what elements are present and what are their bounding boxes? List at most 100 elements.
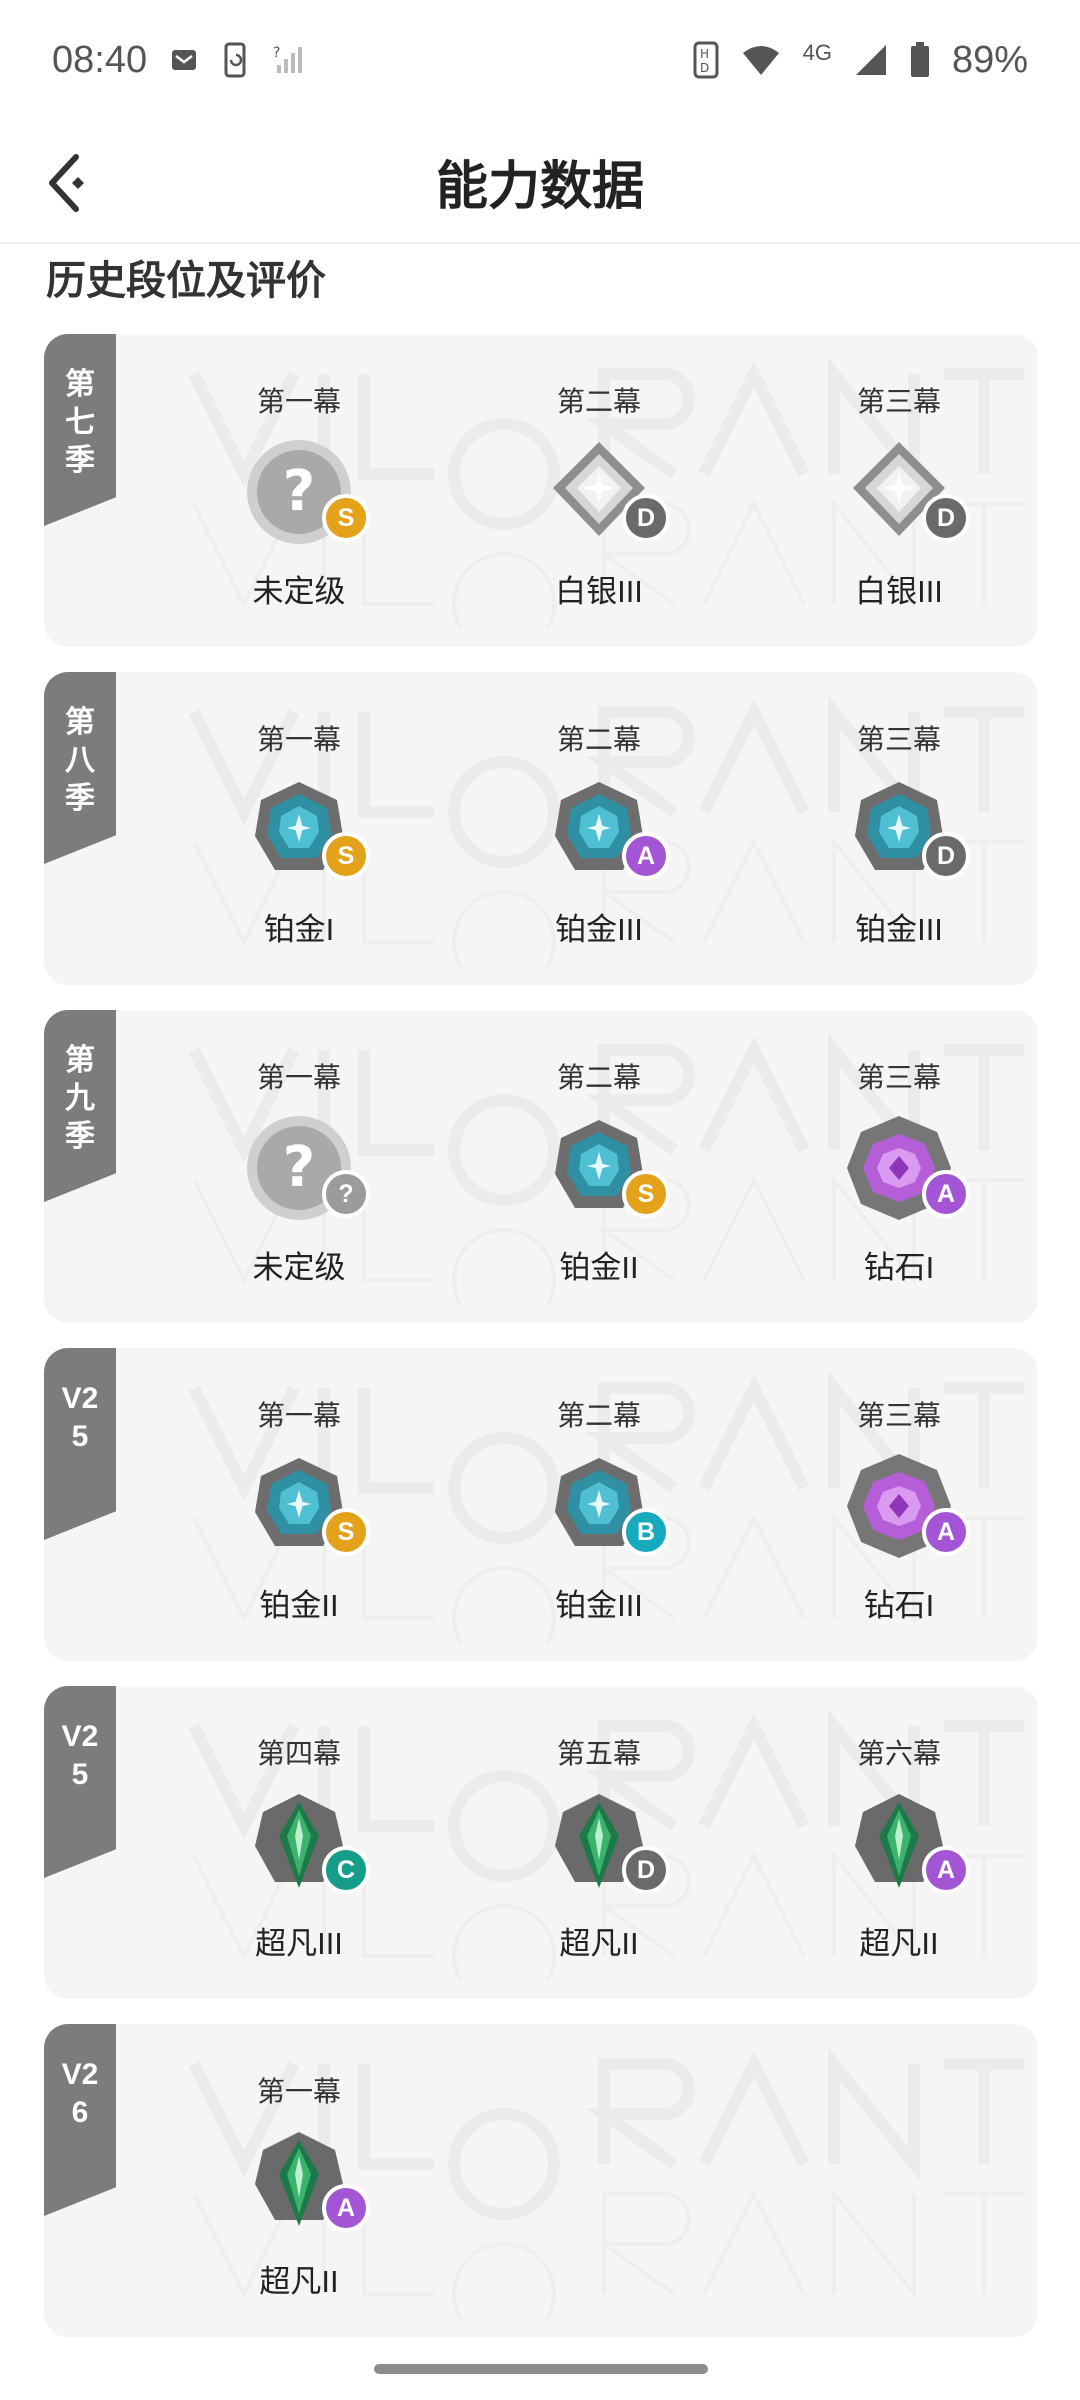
act-item[interactable]: 第三幕 D 铂金III [749, 672, 1038, 985]
act-rank-name: 白银III [855, 574, 943, 609]
act-rank-name: 铂金III [555, 1588, 643, 1623]
act-list: 第一幕 S 铂金II 第二幕 B 铂金III 第三幕 A 钻石I [179, 1348, 1038, 1661]
act-label: 第三幕 [856, 724, 941, 755]
season-tag-label: 第七季 [65, 368, 95, 477]
act-item[interactable]: 第四幕 C 超凡III [149, 1686, 449, 1999]
act-rank-name: 超凡II [559, 1926, 639, 1961]
grade-badge: D [922, 494, 970, 542]
grade-badge: S [322, 832, 370, 880]
act-item[interactable]: 第三幕 A 钻石I [749, 1348, 1038, 1661]
act-rank-name: 铂金III [855, 912, 943, 947]
act-item[interactable]: 第一幕? S 未定级 [149, 334, 449, 647]
act-rank-name: 白银III [555, 574, 643, 609]
wifi-icon [741, 43, 781, 77]
season-tag-label: 第八季 [65, 706, 95, 815]
season-tag-label: 第九季 [65, 1044, 95, 1153]
svg-text:H: H [700, 47, 709, 61]
grade-badge: A [622, 832, 670, 880]
grade-badge: S [322, 1508, 370, 1556]
grade-badge: ? [322, 1170, 370, 1218]
page-title: 能力数据 [435, 158, 644, 216]
act-rank-name: 钻石I [863, 1250, 935, 1285]
season-card: V26 第一幕 A 超凡II [44, 2024, 1038, 2337]
season-tag: V25 [44, 1348, 116, 1540]
act-list: 第四幕 C 超凡III 第五幕 D 超凡II 第六幕 A 超凡II [179, 1686, 1038, 1999]
grade-badge: S [622, 1170, 670, 1218]
season-list: 第七季 第一幕? S 未定级 第二幕 D 白银III 第三幕 D 白银III 第八季 第一幕 S 铂金I… [44, 334, 1038, 2362]
grade-badge: S [322, 494, 370, 542]
act-label: 第三幕 [856, 1062, 941, 1093]
act-rank-name: 未定级 [252, 1250, 346, 1285]
act-rank-name: 铂金III [555, 912, 643, 947]
act-item[interactable]: 第一幕 A 超凡II [149, 2024, 449, 2337]
act-item[interactable]: 第二幕 A 铂金III [449, 672, 749, 985]
season-tag-label: V25 [61, 1382, 99, 1453]
svg-text:?: ? [283, 459, 315, 524]
act-rank-name: 超凡III [255, 1926, 343, 1961]
battery-icon [910, 42, 930, 78]
season-tag: 第九季 [44, 1010, 116, 1202]
act-rank-name: 铂金II [559, 1250, 639, 1285]
act-item[interactable]: 第二幕 B 铂金III [449, 1348, 749, 1661]
home-indicator[interactable] [374, 2364, 708, 2374]
status-left: 08:40 ? [52, 39, 307, 82]
grade-badge: D [622, 494, 670, 542]
season-tag-label: V26 [61, 2058, 99, 2129]
top-bar: 能力数据 [0, 120, 1080, 244]
season-card: V25 第一幕 S 铂金II 第二幕 B 铂金III 第三幕 A 钻石I [44, 1348, 1038, 1661]
act-label: 第一幕 [256, 1062, 341, 1093]
act-label: 第二幕 [556, 386, 641, 417]
season-card: V25 第四幕 C 超凡III 第五幕 D 超凡II 第六幕 A 超凡II [44, 1686, 1038, 1999]
act-rank-name: 超凡II [859, 1926, 939, 1961]
svg-text:D: D [700, 61, 709, 75]
grade-badge: D [922, 832, 970, 880]
grade-badge: D [622, 1846, 670, 1894]
act-list: 第一幕 A 超凡II [179, 2024, 1038, 2337]
act-label: 第三幕 [856, 1400, 941, 1431]
act-item[interactable]: 第三幕 A 钻石I [749, 1010, 1038, 1323]
act-item[interactable]: 第六幕 A 超凡II [749, 1686, 1038, 1999]
act-label: 第二幕 [556, 1062, 641, 1093]
act-item[interactable]: 第五幕 D 超凡II [449, 1686, 749, 1999]
season-card: 第七季 第一幕? S 未定级 第二幕 D 白银III 第三幕 D 白银III [44, 334, 1038, 647]
grade-badge: B [622, 1508, 670, 1556]
section-title: 历史段位及评价 [46, 259, 326, 303]
battery-level: 89% [951, 38, 1028, 81]
season-tag: 第七季 [44, 334, 116, 526]
act-rank-name: 超凡II [259, 2264, 339, 2299]
act-list: 第一幕?? 未定级 第二幕 S 铂金II 第三幕 A 钻石I [179, 1010, 1038, 1323]
season-tag: V25 [44, 1686, 116, 1878]
act-list: 第一幕? S 未定级 第二幕 D 白银III 第三幕 D 白银III [179, 334, 1038, 647]
act-item[interactable]: 第二幕 D 白银III [449, 334, 749, 647]
act-list: 第一幕 S 铂金I 第二幕 A 铂金III 第三幕 D 铂金III [179, 672, 1038, 985]
phone-sync-icon [221, 42, 251, 78]
act-label: 第一幕 [256, 1400, 341, 1431]
season-card: 第九季 第一幕?? 未定级 第二幕 S 铂金II 第三幕 A 钻石I [44, 1010, 1038, 1323]
act-label: 第四幕 [256, 1738, 341, 1769]
no-signal-icon: ? [273, 43, 307, 77]
season-tag: 第八季 [44, 672, 116, 864]
act-label: 第五幕 [556, 1738, 641, 1769]
grade-badge: C [322, 1846, 370, 1894]
status-time: 08:40 [52, 38, 148, 81]
grade-badge: A [922, 1846, 970, 1894]
act-label: 第三幕 [856, 386, 941, 417]
act-label: 第一幕 [256, 2076, 341, 2107]
act-item[interactable]: 第一幕 S 铂金I [149, 672, 449, 985]
grade-badge: A [922, 1170, 970, 1218]
hd-icon: HD [693, 41, 719, 79]
svg-text:?: ? [283, 1135, 315, 1200]
act-label: 第二幕 [556, 724, 641, 755]
status-right: HD 4G 89% [693, 39, 1028, 82]
act-item[interactable]: 第一幕?? 未定级 [149, 1010, 449, 1323]
grade-badge: A [322, 2184, 370, 2232]
season-tag: V26 [44, 2024, 116, 2216]
act-rank-name: 钻石I [863, 1588, 935, 1623]
act-item[interactable]: 第二幕 S 铂金II [449, 1010, 749, 1323]
act-rank-name: 铂金II [259, 1588, 339, 1623]
grade-badge: A [922, 1508, 970, 1556]
season-tag-label: V25 [61, 1720, 99, 1791]
act-item[interactable]: 第三幕 D 白银III [749, 334, 1038, 647]
network-type: 4G [802, 40, 832, 65]
act-item[interactable]: 第一幕 S 铂金II [149, 1348, 449, 1661]
